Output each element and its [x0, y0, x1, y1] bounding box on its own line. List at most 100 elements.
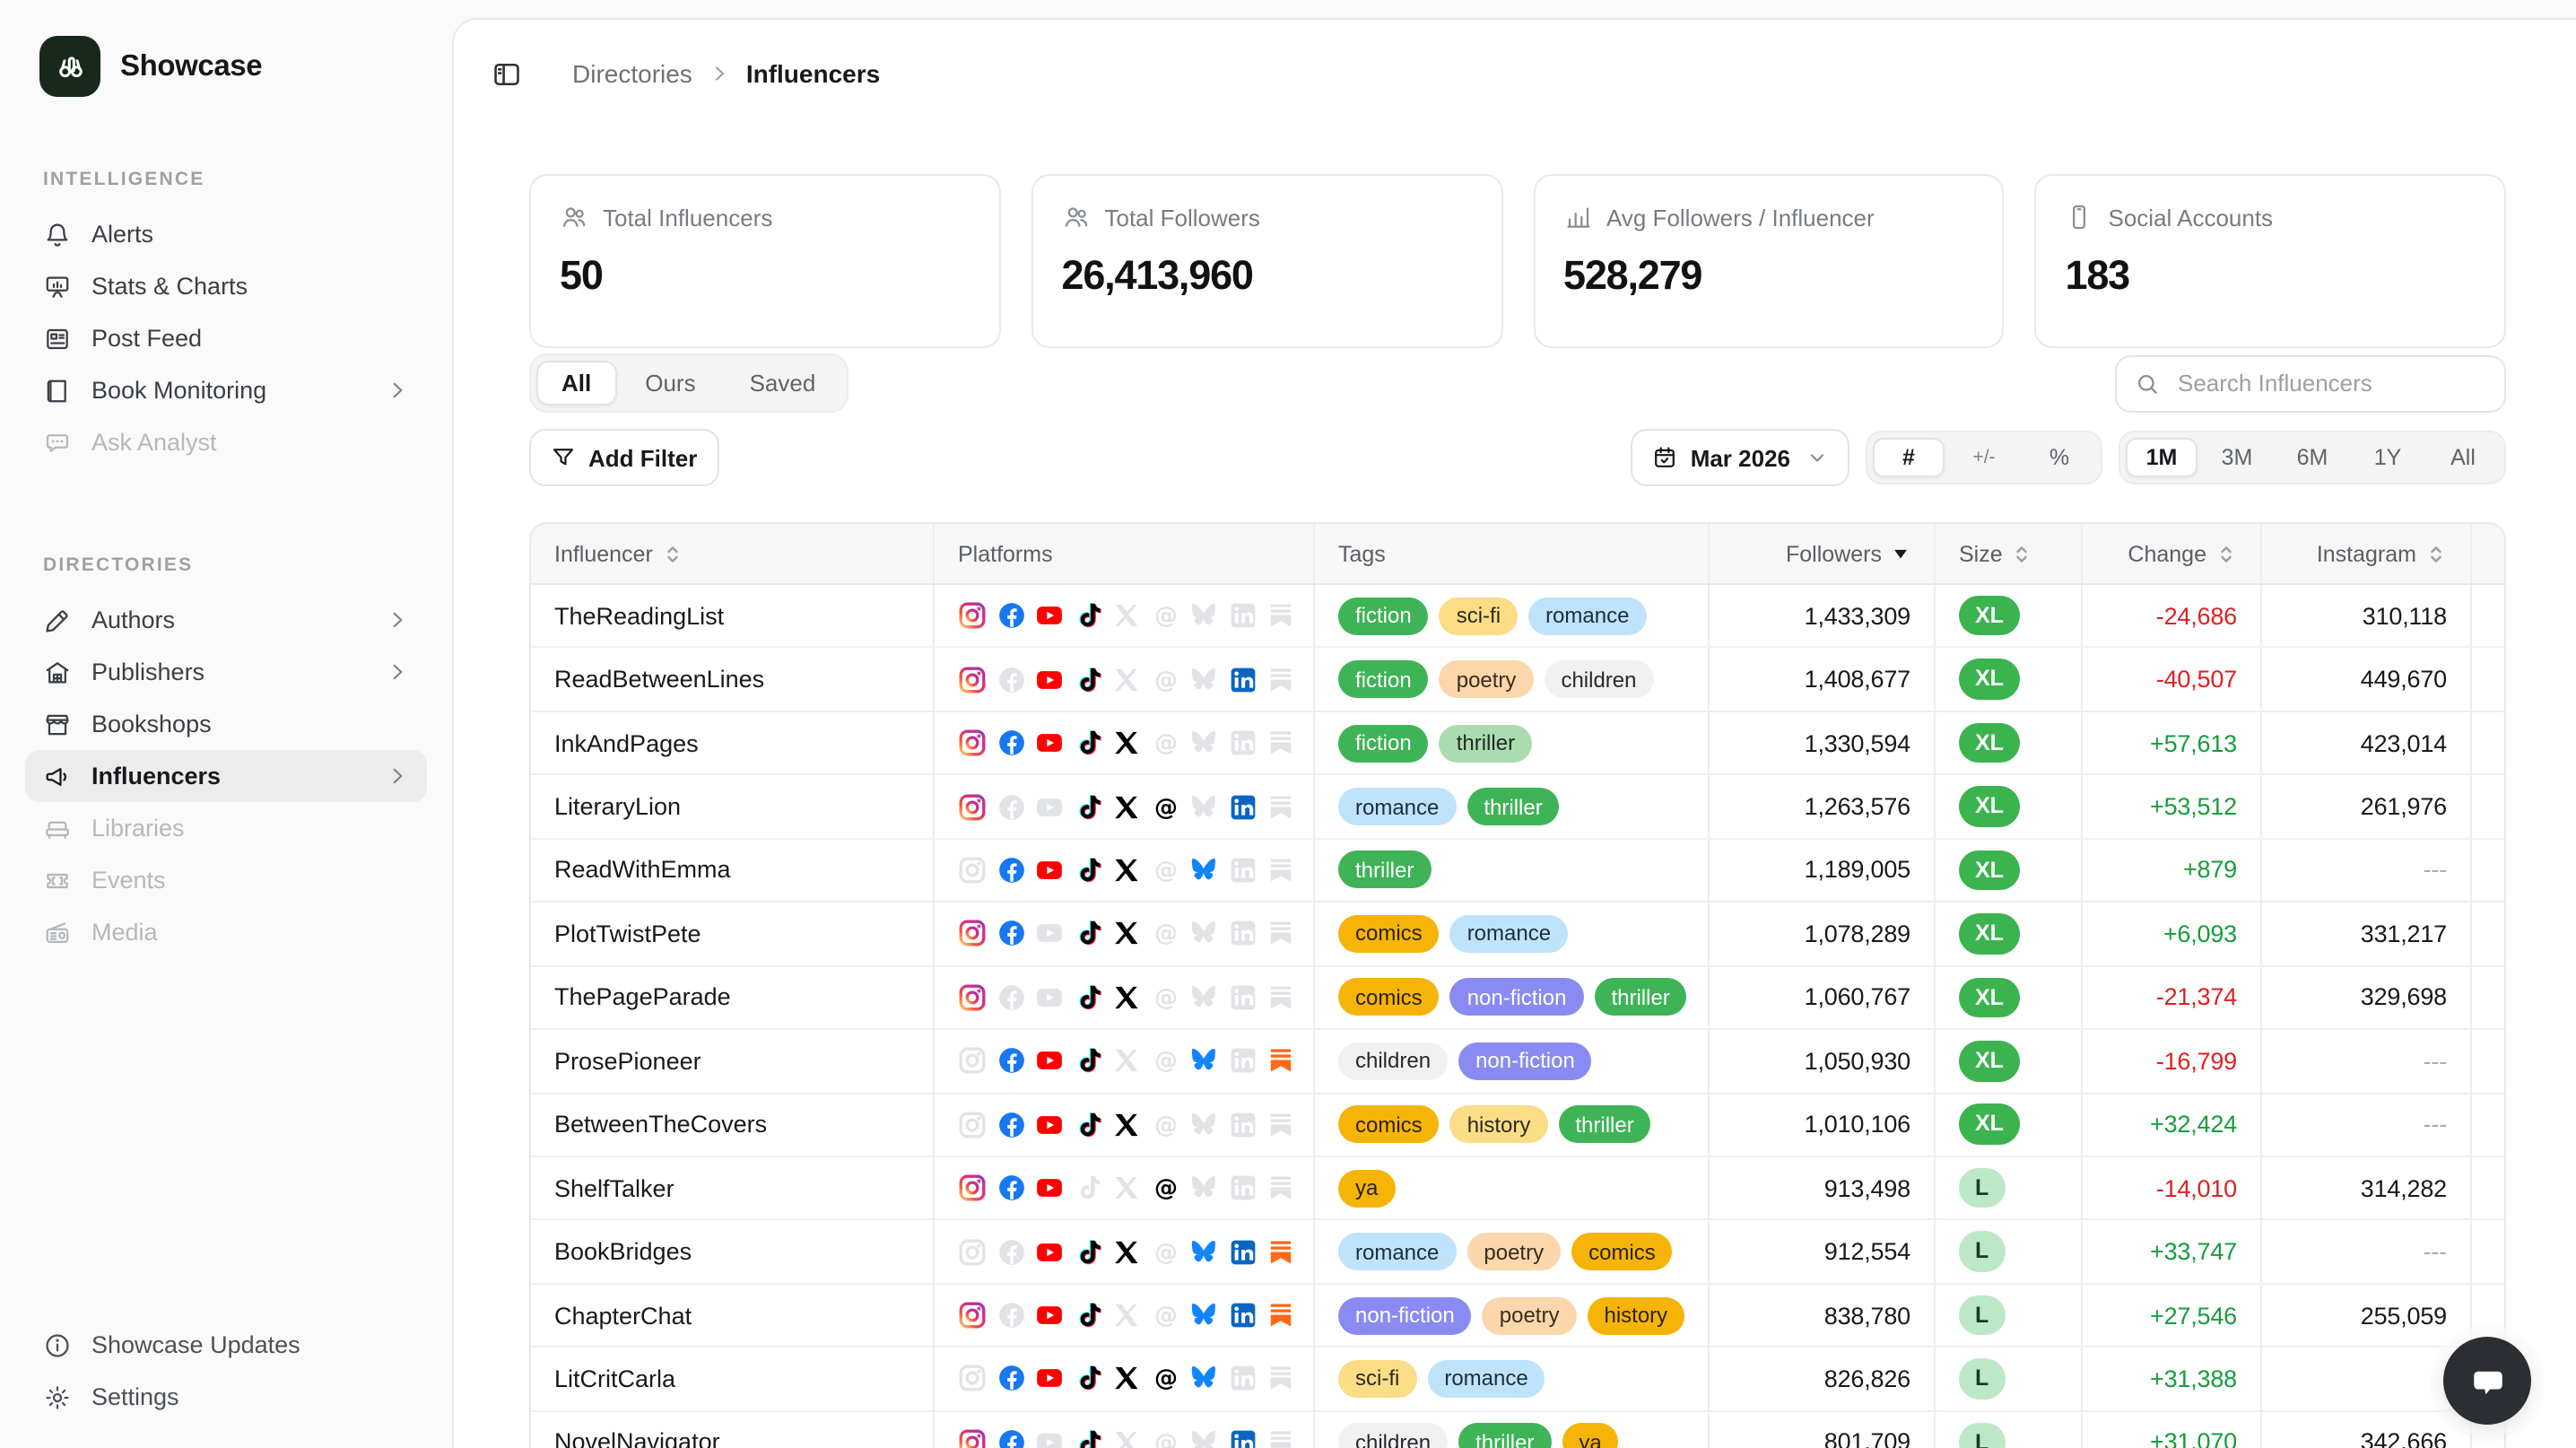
sidebar-item-influencers[interactable]: Influencers [25, 750, 427, 802]
tiktok-icon[interactable] [1074, 601, 1102, 630]
youtube-icon[interactable] [1035, 1173, 1064, 1202]
linkedin-icon[interactable] [1228, 792, 1257, 821]
x-icon[interactable] [1112, 1365, 1141, 1393]
facebook-icon[interactable] [996, 1365, 1025, 1393]
instagram-icon[interactable] [958, 983, 987, 1012]
facebook-icon[interactable] [996, 856, 1025, 885]
table-row[interactable]: LitCritCarla@sci-firomance826,826L+31,38… [531, 1348, 2504, 1412]
substack-icon[interactable] [1266, 1237, 1295, 1266]
table-row[interactable]: ShelfTalker@ya913,498L-14,010314,282 [531, 1157, 2504, 1221]
threads-icon[interactable]: @ [1151, 1173, 1179, 1202]
instagram-icon[interactable] [958, 1428, 987, 1448]
sidebar-item-publishers[interactable]: Publishers [25, 646, 427, 698]
instagram-icon[interactable] [958, 665, 987, 693]
influencer-name-cell[interactable]: TheReadingList [531, 585, 935, 647]
table-row[interactable]: TheReadingList@fictionsci-firomance1,433… [531, 585, 2504, 649]
column-header-instagram[interactable]: Instagram [2262, 524, 2472, 583]
table-row[interactable]: NovelNavigator@childrenthrillerya801,709… [531, 1411, 2504, 1448]
influencer-name-cell[interactable]: PlotTwistPete [531, 903, 935, 964]
add-filter-button[interactable]: Add Filter [529, 429, 718, 486]
substack-icon[interactable] [1266, 1301, 1295, 1330]
tiktok-icon[interactable] [1074, 1237, 1102, 1266]
bluesky-icon[interactable] [1189, 1365, 1218, 1393]
bluesky-icon[interactable] [1189, 856, 1218, 885]
influencer-name-cell[interactable]: LitCritCarla [531, 1348, 935, 1410]
app-logo[interactable]: Showcase [25, 36, 427, 97]
youtube-icon[interactable] [1035, 856, 1064, 885]
sidebar-item-book-monitoring[interactable]: Book Monitoring [25, 364, 427, 416]
sidebar-toggle-icon[interactable] [483, 50, 529, 97]
influencer-name-cell[interactable]: ReadWithEmma [531, 840, 935, 902]
facebook-icon[interactable] [996, 1428, 1025, 1448]
table-row[interactable]: BookBridges@romancepoetrycomics912,554L+… [531, 1221, 2504, 1285]
sidebar-item-alerts[interactable]: Alerts [25, 208, 427, 260]
substack-icon[interactable] [1266, 1047, 1295, 1076]
tiktok-icon[interactable] [1074, 728, 1102, 757]
tab-all[interactable]: All [536, 361, 616, 406]
format-option--[interactable]: # [1873, 438, 1945, 477]
instagram-icon[interactable] [958, 792, 987, 821]
tiktok-icon[interactable] [1074, 1047, 1102, 1076]
instagram-icon[interactable] [958, 601, 987, 630]
bluesky-icon[interactable] [1189, 1237, 1218, 1266]
search-input[interactable] [2174, 368, 2497, 398]
influencer-name-cell[interactable]: ReadBetweenLines [531, 649, 935, 711]
x-icon[interactable] [1112, 728, 1141, 757]
tiktok-icon[interactable] [1074, 856, 1102, 885]
facebook-icon[interactable] [996, 601, 1025, 630]
linkedin-icon[interactable] [1228, 665, 1257, 693]
influencer-name-cell[interactable]: NovelNavigator [531, 1411, 935, 1448]
influencer-name-cell[interactable]: BetweenTheCovers [531, 1094, 935, 1156]
youtube-icon[interactable] [1035, 1237, 1064, 1266]
chat-launcher-button[interactable] [2443, 1337, 2531, 1425]
table-row[interactable]: BetweenTheCovers@comicshistorythriller1,… [531, 1094, 2504, 1157]
facebook-icon[interactable] [996, 728, 1025, 757]
x-icon[interactable] [1112, 1237, 1141, 1266]
sidebar-item-authors[interactable]: Authors [25, 594, 427, 646]
tiktok-icon[interactable] [1074, 792, 1102, 821]
youtube-icon[interactable] [1035, 665, 1064, 693]
linkedin-icon[interactable] [1228, 1428, 1257, 1448]
sidebar-item-showcase-updates[interactable]: Showcase Updates [25, 1319, 427, 1371]
threads-icon[interactable]: @ [1151, 792, 1179, 821]
date-picker-button[interactable]: Mar 2026 [1632, 429, 1849, 486]
search-box[interactable] [2115, 354, 2506, 412]
range-option-3m[interactable]: 3M [2201, 438, 2273, 477]
influencer-name-cell[interactable]: ChapterChat [531, 1285, 935, 1347]
x-icon[interactable] [1112, 1110, 1141, 1138]
format-option--[interactable]: % [2023, 438, 2095, 477]
influencer-name-cell[interactable]: ShelfTalker [531, 1157, 935, 1219]
youtube-icon[interactable] [1035, 1047, 1064, 1076]
range-option-1y[interactable]: 1Y [2352, 438, 2424, 477]
threads-icon[interactable]: @ [1151, 1365, 1179, 1393]
instagram-icon[interactable] [958, 1173, 987, 1202]
tiktok-icon[interactable] [1074, 1110, 1102, 1138]
tiktok-icon[interactable] [1074, 983, 1102, 1012]
table-row[interactable]: ChapterChat@non-fictionpoetryhistory838,… [531, 1285, 2504, 1348]
facebook-icon[interactable] [996, 1173, 1025, 1202]
table-row[interactable]: ReadWithEmma@thriller1,189,005XL+879--- [531, 840, 2504, 903]
table-row[interactable]: ProsePioneer@childrennon-fiction1,050,93… [531, 1030, 2504, 1094]
x-icon[interactable] [1112, 856, 1141, 885]
facebook-icon[interactable] [996, 1047, 1025, 1076]
x-icon[interactable] [1112, 983, 1141, 1012]
instagram-icon[interactable] [958, 1301, 987, 1330]
youtube-icon[interactable] [1035, 1110, 1064, 1138]
format-option--[interactable]: +/- [1948, 438, 2020, 477]
x-icon[interactable] [1112, 920, 1141, 948]
range-option-all[interactable]: All [2427, 438, 2499, 477]
tab-ours[interactable]: Ours [620, 361, 720, 406]
sidebar-item-post-feed[interactable]: Post Feed [25, 312, 427, 364]
instagram-icon[interactable] [958, 920, 987, 948]
facebook-icon[interactable] [996, 1110, 1025, 1138]
influencer-name-cell[interactable]: InkAndPages [531, 712, 935, 774]
table-row[interactable]: InkAndPages@fictionthriller1,330,594XL+5… [531, 712, 2504, 776]
linkedin-icon[interactable] [1228, 1301, 1257, 1330]
sidebar-item-stats-charts[interactable]: Stats & Charts [25, 260, 427, 312]
range-option-6m[interactable]: 6M [2276, 438, 2348, 477]
youtube-icon[interactable] [1035, 728, 1064, 757]
sidebar-item-settings[interactable]: Settings [25, 1371, 427, 1423]
tiktok-icon[interactable] [1074, 920, 1102, 948]
range-option-1m[interactable]: 1M [2126, 438, 2197, 477]
facebook-icon[interactable] [996, 920, 1025, 948]
